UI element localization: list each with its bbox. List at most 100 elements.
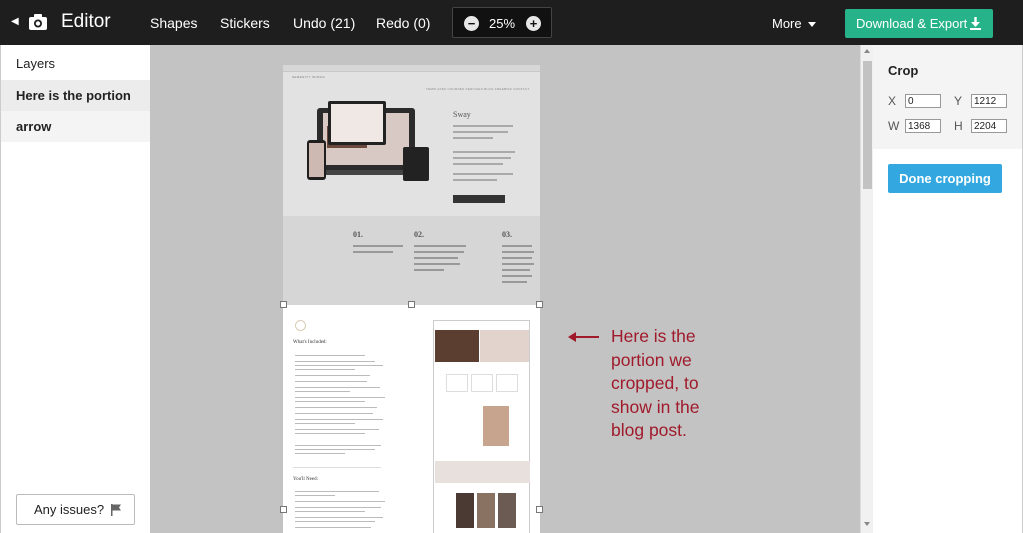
preview-card [496,374,518,392]
crop-title: Crop [888,63,919,78]
preview-photo [435,330,479,362]
zoom-control: − 25% + [452,7,552,38]
text-line [295,375,370,376]
text-line [502,275,532,277]
preview-card [471,374,493,392]
cropped-portion[interactable]: What's Included: You'll Need: [283,305,540,533]
text-line [295,361,375,362]
text-line [295,369,355,370]
x-label: X [888,94,897,108]
text-line [295,413,373,414]
step-3: 03. [502,230,512,239]
text-line [453,173,513,175]
step-2: 02. [414,230,424,239]
layers-header: Layers [16,56,56,71]
zoom-in-button[interactable]: + [526,16,541,31]
text-line [502,263,534,265]
stickers-menu[interactable]: Stickers [220,15,270,31]
caret-down-icon [807,22,816,28]
preview-photo [477,493,495,528]
y-label: Y [954,94,963,108]
text-line [295,507,381,508]
editor-canvas[interactable]: SERENITY WINGS TEMPLATES COURSES SERVICE… [150,45,860,533]
download-export-button[interactable]: Download & Export [845,9,993,38]
preview-photo [498,493,516,528]
download-icon [970,17,981,30]
text-line [295,429,379,430]
text-line [295,495,335,496]
undo-button[interactable]: Undo (21) [293,15,355,31]
resize-handle-top-left[interactable] [280,301,287,308]
scroll-down-icon[interactable] [864,522,870,526]
included-heading: What's Included: [293,340,327,345]
layers-panel: Layers Here is the portion arrow Any iss… [0,45,150,533]
text-line [295,401,365,402]
template-preview-pane [433,320,530,533]
resize-handle-left[interactable] [280,506,287,513]
text-line [295,449,375,450]
h-field[interactable] [971,119,1007,133]
text-line [295,397,385,398]
redo-button[interactable]: Redo (0) [376,15,430,31]
resize-handle-top[interactable] [408,301,415,308]
canvas-scrollbar[interactable] [860,45,873,533]
zoom-out-button[interactable]: − [464,16,479,31]
text-line [453,179,497,181]
scroll-up-icon[interactable] [864,49,870,53]
text-line [414,245,466,247]
text-line [502,251,534,253]
more-label: More [772,16,802,31]
text-line [453,157,511,159]
app-title: Editor [61,11,111,32]
x-field[interactable] [905,94,941,108]
text-line [295,387,380,388]
need-heading: You'll Need: [293,477,318,482]
layer-item-arrow[interactable]: arrow [1,111,150,142]
any-issues-button[interactable]: Any issues? [16,494,135,525]
text-line [295,517,383,518]
text-line [414,263,460,265]
text-line [295,419,383,420]
layer-item-portion[interactable]: Here is the portion [1,80,150,111]
preview-photo [456,493,474,528]
text-line [295,445,381,446]
scrollbar-thumb[interactable] [863,61,872,189]
back-arrow-icon[interactable]: ◀ [11,16,19,27]
screenshot-preview-top: SERENITY WINGS TEMPLATES COURSES SERVICE… [283,65,540,305]
w-field[interactable] [905,119,941,133]
text-line [295,407,377,408]
y-field[interactable] [971,94,1007,108]
browser-bar [283,65,540,72]
divider [293,467,381,468]
preview-button [453,195,505,203]
zoom-level: 25% [489,16,516,31]
resize-handle-right[interactable] [536,506,543,513]
annotation-text[interactable]: Here is the portion we cropped, to show … [611,325,721,443]
text-line [453,151,515,153]
text-line [295,511,365,512]
done-cropping-button[interactable]: Done cropping [888,164,1002,193]
text-line [414,269,444,271]
h-label: H [954,119,963,133]
shapes-menu[interactable]: Shapes [150,15,197,31]
more-menu[interactable]: More [772,16,816,31]
resize-handle-top-right[interactable] [536,301,543,308]
download-export-label: Download & Export [856,16,968,31]
text-line [453,125,513,127]
text-line [295,355,365,356]
text-line [295,381,367,382]
text-line [353,245,403,247]
text-line [295,391,350,392]
top-bar: ◀ Editor Shapes Stickers Undo (21) Redo … [0,0,1023,45]
text-line [502,245,532,247]
preview-logo: SERENITY WINGS [292,75,325,79]
text-line [502,257,532,259]
any-issues-label: Any issues? [34,502,105,517]
camera-icon [29,14,47,30]
monitor-mockup [328,101,386,145]
text-line [295,527,371,528]
text-line [295,423,355,424]
w-label: W [888,119,900,133]
text-line [295,521,375,522]
preview-title: Sway [453,110,471,119]
